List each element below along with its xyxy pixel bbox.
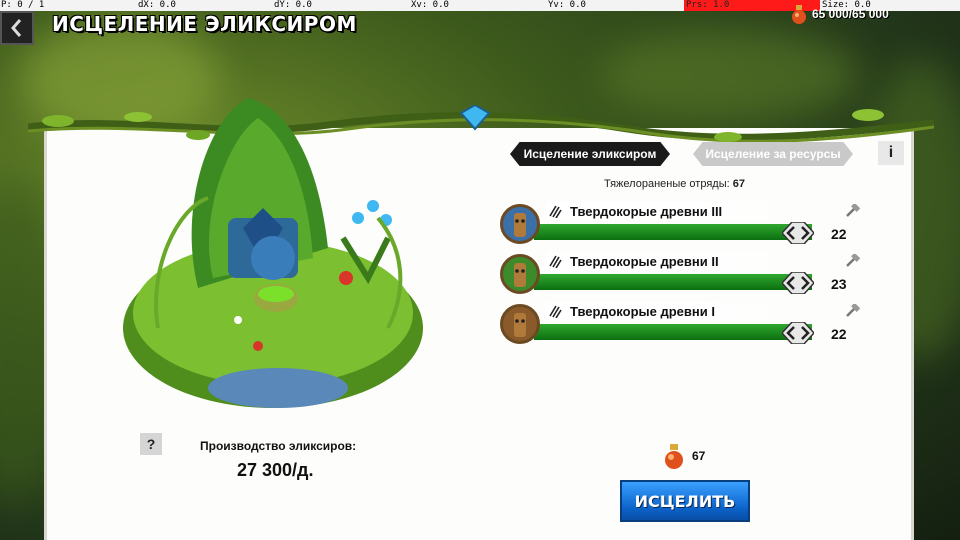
wounded-value: 67	[732, 178, 745, 190]
wounded-count: Тяжелораненые отряды: 67	[604, 178, 745, 190]
unit-portrait	[500, 204, 540, 244]
unit-portrait	[500, 304, 540, 344]
unit-name-row: Твердокорые древни III	[546, 202, 794, 220]
hammer-icon[interactable]	[845, 204, 861, 218]
help-button[interactable]: ?	[140, 433, 162, 455]
unit-health-bar	[534, 224, 812, 240]
tab-elixir-heal[interactable]: Исцеление эликсиром	[510, 142, 670, 166]
chevron-left-icon	[11, 19, 22, 37]
debug-pointer: P: 0 / 1	[1, 0, 45, 10]
debug-xv: Xv: 0.0	[411, 0, 449, 10]
heal-cost: 67	[662, 443, 705, 469]
debug-yv: Yv: 0.0	[548, 0, 586, 10]
unit-name: Твердокорые древни III	[570, 203, 723, 219]
wound-claw-icon	[549, 305, 562, 318]
treant-avatar	[514, 213, 526, 237]
unit-health-bar	[534, 324, 812, 340]
unit-row-treant-3: Твердокорые древни III 22	[500, 202, 870, 248]
unit-health-bar	[534, 274, 812, 290]
elixir-resource-amount: 65 000/65 000	[812, 7, 889, 21]
double-arrow-icon[interactable]	[782, 272, 814, 294]
treant-avatar	[514, 263, 526, 287]
heal-button[interactable]: ИСЦЕЛИТЬ	[620, 480, 750, 522]
debug-dy: dY: 0.0	[274, 0, 312, 10]
wounded-label: Тяжелораненые отряды:	[604, 178, 730, 190]
hammer-icon[interactable]	[845, 254, 861, 268]
production-value: 27 300/д.	[237, 460, 314, 480]
unit-count: 22	[831, 326, 847, 342]
info-button[interactable]: i	[878, 141, 904, 165]
double-arrow-icon[interactable]	[782, 222, 814, 244]
unit-row-treant-2: Твердокорые древни II 23	[500, 252, 870, 298]
debug-dx: dX: 0.0	[138, 0, 176, 10]
back-button[interactable]	[0, 11, 34, 45]
production-label: Производство эликсиров:	[200, 439, 357, 453]
wound-claw-icon	[549, 205, 562, 218]
unit-name: Твердокорые древни II	[570, 253, 719, 269]
unit-count: 23	[831, 276, 847, 292]
tab-resource-heal[interactable]: Исцеление за ресурсы	[693, 142, 853, 166]
unit-name-row: Твердокорые древни I	[546, 302, 794, 320]
elixir-bottle-icon	[792, 5, 806, 24]
unit-name-row: Твердокорые древни II	[546, 252, 794, 270]
unit-portrait	[500, 254, 540, 294]
double-arrow-icon[interactable]	[782, 322, 814, 344]
crystal-icon	[459, 105, 491, 131]
elixir-resource: 65 000/65 000	[790, 4, 889, 24]
unit-name: Твердокорые древни I	[570, 303, 715, 319]
treant-avatar	[514, 313, 526, 337]
elixir-building-illustration	[123, 98, 423, 408]
unit-count: 22	[831, 226, 847, 242]
hammer-icon[interactable]	[845, 304, 861, 318]
heal-cost-value: 67	[692, 449, 706, 463]
unit-row-treant-1: Твердокорые древни I 22	[500, 302, 870, 348]
elixir-bottle-icon	[665, 444, 683, 469]
wound-claw-icon	[549, 255, 562, 268]
page-title: ИСЦЕЛЕНИЕ ЭЛИКСИРОМ	[52, 12, 357, 36]
